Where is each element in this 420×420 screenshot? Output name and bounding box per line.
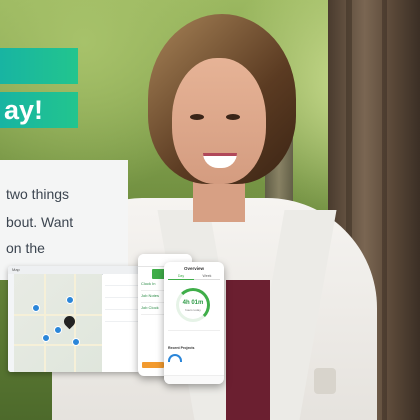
map-list-panel bbox=[103, 274, 140, 372]
project-gauge bbox=[168, 354, 182, 362]
hours-value: 4h 01m bbox=[182, 300, 204, 306]
map-pin[interactable] bbox=[32, 304, 40, 312]
tab-week[interactable]: Week bbox=[194, 274, 220, 280]
headline-banner-2: ay! bbox=[0, 92, 78, 128]
map-area[interactable] bbox=[14, 274, 102, 372]
map-app-window: Map bbox=[8, 266, 140, 372]
text-card: two things bout. Want on the bbox=[0, 160, 128, 280]
bottom-nav[interactable] bbox=[164, 375, 224, 384]
coat-patch bbox=[314, 368, 336, 394]
blouse bbox=[226, 280, 270, 420]
left-eye bbox=[190, 114, 204, 120]
list-item[interactable] bbox=[105, 277, 138, 286]
map-pin[interactable] bbox=[72, 338, 80, 346]
map-pin[interactable] bbox=[66, 296, 74, 304]
text-card-line-3: on the bbox=[6, 240, 45, 256]
tab-day[interactable]: Day bbox=[168, 274, 194, 280]
list-item[interactable] bbox=[105, 301, 138, 310]
recent-projects-heading: Recent Projects bbox=[168, 346, 195, 350]
headline-line-2: ay! bbox=[4, 95, 44, 125]
phone-overview-screen: Overview Day Week 4h 01m hours today Rec… bbox=[164, 262, 224, 384]
map-title: Map bbox=[12, 267, 20, 272]
overview-tabs: Day Week bbox=[168, 274, 220, 280]
text-card-line-2: bout. Want bbox=[6, 214, 74, 230]
list-item[interactable] bbox=[105, 313, 138, 322]
headline-line-1 bbox=[0, 48, 4, 84]
action-button[interactable] bbox=[142, 362, 164, 368]
overview-title: Overview bbox=[183, 266, 204, 271]
list-item[interactable] bbox=[105, 289, 138, 298]
right-eye bbox=[226, 114, 240, 120]
headline-banner-1 bbox=[0, 48, 78, 84]
text-card-line-1: two things bbox=[6, 186, 70, 202]
map-pin[interactable] bbox=[42, 334, 50, 342]
map-pin[interactable] bbox=[54, 326, 62, 334]
stats-row bbox=[168, 330, 220, 343]
hours-caption: hours today bbox=[185, 308, 201, 312]
